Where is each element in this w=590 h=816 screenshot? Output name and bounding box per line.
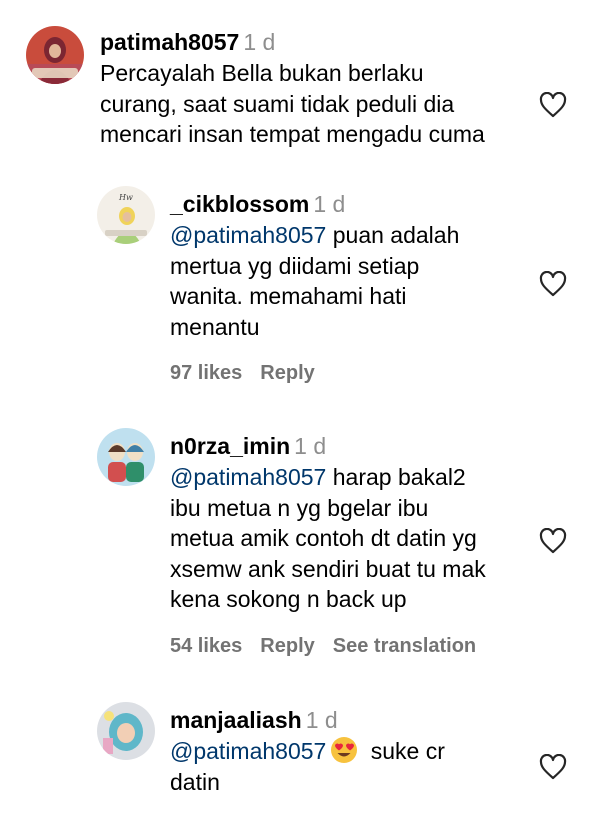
comment-header: n0rza_imin 1 d <box>170 432 326 460</box>
mention-link[interactable]: @patimah8057 <box>170 738 326 764</box>
mention-link[interactable]: @patimah8057 <box>170 464 326 490</box>
avatar[interactable] <box>97 428 155 486</box>
likes-count[interactable]: 54 likes <box>170 635 242 657</box>
comment-line: wanita. memahami hati <box>170 283 407 309</box>
comment-line: xsemw ank sendiri buat tu mak <box>170 555 486 582</box>
comment-line: datin <box>170 768 220 795</box>
likes-count[interactable]: 97 likes <box>170 362 242 384</box>
comment-header: _cikblossom 1 d <box>170 190 345 218</box>
comment-text: @patimah8057 harap bakal2 ibu metua n yg… <box>170 462 486 615</box>
avatar[interactable]: Hw <box>97 186 155 244</box>
avatar[interactable] <box>97 702 155 760</box>
username[interactable]: _cikblossom <box>170 191 309 217</box>
heart-outline-icon[interactable] <box>539 753 567 780</box>
heart-outline-icon[interactable] <box>539 91 567 118</box>
comment-line: Percayalah Bella bukan berlaku <box>100 60 424 86</box>
heart-outline-icon[interactable] <box>539 527 567 554</box>
comment-text: @patimah8057 puan adalah mertua yg diida… <box>170 220 459 342</box>
comment-line: @patimah8057 harap bakal2 <box>170 462 486 493</box>
comment-text-segment: suke cr <box>364 738 445 764</box>
timestamp: 1 d <box>294 433 327 459</box>
timestamp: 1 d <box>305 707 338 733</box>
comment-line: mencari insan tempat mengadu cuma <box>100 121 485 147</box>
mention-link[interactable]: @patimah8057 <box>170 222 326 248</box>
username[interactable]: patimah8057 <box>100 29 239 55</box>
timestamp: 1 d <box>313 191 346 217</box>
comment-line: @patimah8057 suke cr <box>170 736 445 767</box>
comment-line: mertua yg diidami setiap <box>170 252 420 279</box>
comment-line: @patimah8057 puan adalah <box>170 220 459 251</box>
username[interactable]: manjaaliash <box>170 707 302 733</box>
heart-outline-icon[interactable] <box>539 270 567 297</box>
comment-actions: 54 likes Reply See translation <box>170 634 494 658</box>
comment-line: menantu <box>170 313 260 340</box>
comment-header: manjaaliash 1 d <box>170 706 338 734</box>
reply-button[interactable]: Reply <box>260 635 314 657</box>
comment-text-segment: harap bakal2 <box>326 464 466 490</box>
comment-actions: 97 likes Reply <box>170 361 333 385</box>
comment-line: metua amik contoh dt datin yg <box>170 525 477 551</box>
comment-line: ibu metua n yg bgelar ibu <box>170 494 429 521</box>
comment-header: patimah8057 1 d <box>100 28 275 56</box>
svg-text:Hw: Hw <box>118 193 133 202</box>
reply-button[interactable]: Reply <box>260 362 314 384</box>
timestamp: 1 d <box>243 29 276 55</box>
username[interactable]: n0rza_imin <box>170 433 290 459</box>
see-translation-button[interactable]: See translation <box>333 635 476 657</box>
avatar[interactable] <box>26 26 84 84</box>
comment-line: curang, saat suami tidak peduli dia <box>100 90 455 117</box>
heart-eyes-emoji-icon <box>330 736 358 764</box>
comment-text: @patimah8057 suke cr datin <box>170 736 445 797</box>
comment-text-segment: puan adalah <box>326 222 460 248</box>
comment-line: kena sokong n back up <box>170 586 407 612</box>
comment-text: Percayalah Bella bukan berlaku curang, s… <box>100 58 485 150</box>
